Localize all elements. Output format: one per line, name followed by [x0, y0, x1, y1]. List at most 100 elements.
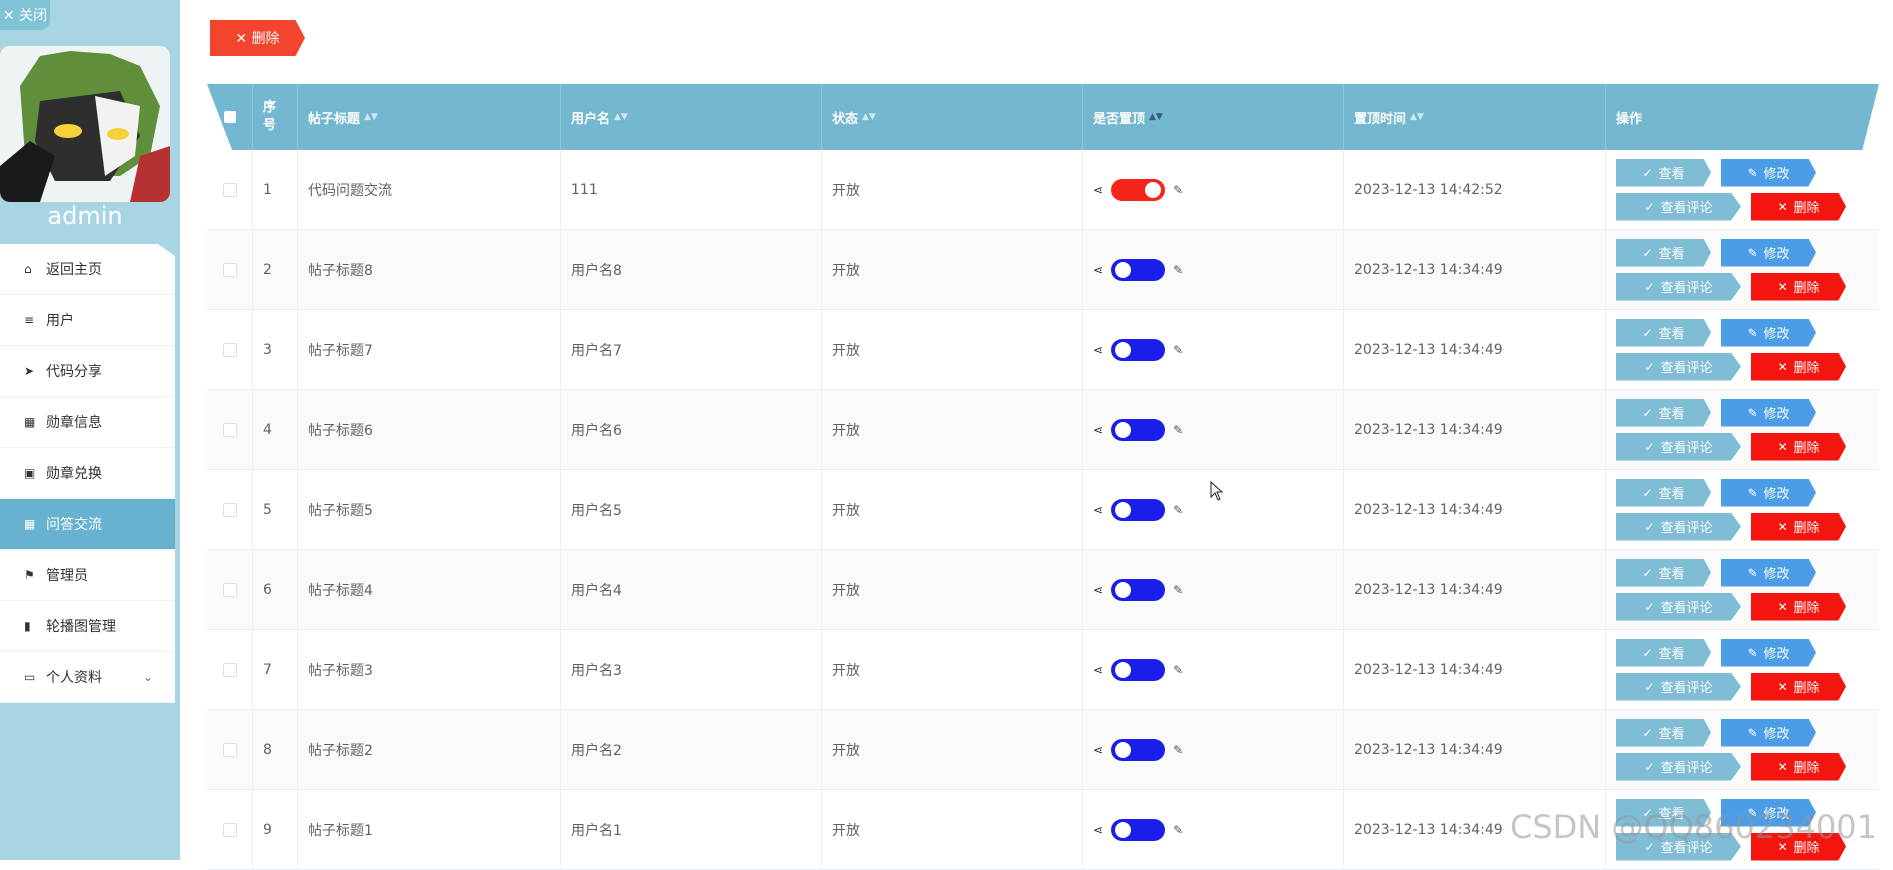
- edit-button[interactable]: ✎ 修改: [1721, 238, 1816, 267]
- post-status: 开放: [822, 550, 1083, 629]
- edit-icon: ✎: [1747, 165, 1758, 180]
- view-button[interactable]: ✓ 查看: [1616, 318, 1711, 347]
- header-pinned[interactable]: 是否置顶 ▲▼: [1083, 84, 1344, 150]
- view-comments-button[interactable]: ✓ 查看评论: [1616, 592, 1741, 621]
- view-button[interactable]: ✓ 查看: [1616, 558, 1711, 587]
- sort-icon[interactable]: ▲▼: [364, 112, 378, 122]
- pinned-toggle[interactable]: [1111, 818, 1166, 841]
- chevron-down-icon[interactable]: ⌄: [143, 670, 153, 684]
- header-title[interactable]: 帖子标题 ▲▼: [298, 84, 561, 150]
- sidebar-item-label: 勋章信息: [46, 415, 102, 431]
- edit-button[interactable]: ✎ 修改: [1721, 638, 1816, 667]
- row-checkbox[interactable]: [207, 150, 253, 229]
- pinned-time: 2023-12-13 14:34:49: [1344, 310, 1606, 389]
- view-comments-button[interactable]: ✓ 查看评论: [1616, 192, 1741, 221]
- view-button[interactable]: ✓ 查看: [1616, 478, 1711, 507]
- menu-icon: ▦: [24, 415, 36, 429]
- view-comments-button[interactable]: ✓ 查看评论: [1616, 432, 1741, 461]
- sidebar-item-0[interactable]: ⌂ 返回主页: [0, 244, 175, 295]
- post-title: 帖子标题1: [298, 790, 561, 869]
- edit-button[interactable]: ✎ 修改: [1721, 558, 1816, 587]
- delete-button[interactable]: ✕ 删除: [1751, 752, 1846, 781]
- pinned-toggle[interactable]: [1111, 178, 1166, 201]
- delete-button[interactable]: ✕ 删除: [1751, 432, 1846, 461]
- close-sidebar-button[interactable]: ✕ 关闭: [0, 0, 50, 30]
- pen-icon: ✎: [1173, 422, 1184, 437]
- delete-button[interactable]: ✕ 删除: [1751, 192, 1846, 221]
- edit-button[interactable]: ✎ 修改: [1721, 318, 1816, 347]
- sort-icon[interactable]: ▲▼: [862, 112, 876, 122]
- sidebar-item-8[interactable]: ▭ 个人资料 ⌄: [0, 652, 175, 703]
- pinned-toggle[interactable]: [1111, 658, 1166, 681]
- post-status: 开放: [822, 470, 1083, 549]
- sidebar-item-3[interactable]: ▦ 勋章信息: [0, 397, 175, 448]
- row-index: 5: [253, 470, 298, 549]
- sidebar-item-4[interactable]: ▣ 勋章兑换: [0, 448, 175, 499]
- sort-icon[interactable]: ▲▼: [1149, 112, 1163, 122]
- sidebar-item-5[interactable]: ▦ 问答交流: [0, 499, 175, 550]
- bulk-delete-button[interactable]: ✕ 删除: [210, 20, 305, 56]
- post-title: 帖子标题5: [298, 470, 561, 549]
- view-button[interactable]: ✓ 查看: [1616, 638, 1711, 667]
- pinned-toggle[interactable]: [1111, 738, 1166, 761]
- edit-button[interactable]: ✎ 修改: [1721, 478, 1816, 507]
- pinned-toggle[interactable]: [1111, 338, 1166, 361]
- pinned-toggle[interactable]: [1111, 258, 1166, 281]
- close-icon: ✕: [1777, 519, 1788, 534]
- close-icon: ✕: [1777, 679, 1788, 694]
- view-button[interactable]: ✓ 查看: [1616, 238, 1711, 267]
- check-icon: ✓: [1642, 725, 1653, 740]
- sidebar-item-6[interactable]: ⚑ 管理员: [0, 550, 175, 601]
- view-comments-button[interactable]: ✓ 查看评论: [1616, 352, 1741, 381]
- row-actions: ✓ 查看 ✎ 修改 ✓ 查看评论 ✕ 删除: [1606, 310, 1879, 389]
- row-checkbox[interactable]: [207, 310, 253, 389]
- view-button[interactable]: ✓ 查看: [1616, 718, 1711, 747]
- sidebar-item-7[interactable]: ▮ 轮播图管理: [0, 601, 175, 652]
- delete-button[interactable]: ✕ 删除: [1751, 592, 1846, 621]
- row-checkbox[interactable]: [207, 550, 253, 629]
- delete-button[interactable]: ✕ 删除: [1751, 672, 1846, 701]
- row-checkbox[interactable]: [207, 470, 253, 549]
- view-comments-button[interactable]: ✓ 查看评论: [1616, 672, 1741, 701]
- header-pinned-time[interactable]: 置顶时间 ▲▼: [1344, 84, 1606, 150]
- sort-icon[interactable]: ▲▼: [1410, 112, 1424, 122]
- pinned-toggle[interactable]: [1111, 418, 1166, 441]
- share-icon: ⋖: [1093, 502, 1104, 517]
- check-icon: ✓: [1642, 405, 1653, 420]
- check-icon: ✓: [1642, 165, 1653, 180]
- edit-button[interactable]: ✎ 修改: [1721, 718, 1816, 747]
- row-checkbox[interactable]: [207, 710, 253, 789]
- view-comments-button[interactable]: ✓ 查看评论: [1616, 272, 1741, 301]
- share-icon: ⋖: [1093, 582, 1104, 597]
- table-body: 1 代码问题交流 111 开放 ⋖ ✎ 2023-12-13 14:42:52 ✓ 查看 ✎ 修改 ✓…: [207, 150, 1879, 870]
- pinned-toggle[interactable]: [1111, 578, 1166, 601]
- table-row: 7 帖子标题3 用户名3 开放 ⋖ ✎ 2023-12-13 14:34:49 ✓ 查看 ✎ 修改 ✓…: [207, 630, 1879, 710]
- delete-button[interactable]: ✕ 删除: [1751, 352, 1846, 381]
- header-username[interactable]: 用户名 ▲▼: [561, 84, 822, 150]
- pen-icon: ✎: [1173, 502, 1184, 517]
- view-button[interactable]: ✓ 查看: [1616, 398, 1711, 427]
- row-checkbox[interactable]: [207, 390, 253, 469]
- sidebar-item-2[interactable]: ➤ 代码分享: [0, 346, 175, 397]
- edit-button[interactable]: ✎ 修改: [1721, 398, 1816, 427]
- header-status[interactable]: 状态 ▲▼: [822, 84, 1083, 150]
- pinned-toggle[interactable]: [1111, 498, 1166, 521]
- delete-button[interactable]: ✕ 删除: [1751, 512, 1846, 541]
- view-comments-button[interactable]: ✓ 查看评论: [1616, 752, 1741, 781]
- view-comments-button[interactable]: ✓ 查看评论: [1616, 512, 1741, 541]
- table-row: 1 代码问题交流 111 开放 ⋖ ✎ 2023-12-13 14:42:52 ✓ 查看 ✎ 修改 ✓…: [207, 150, 1879, 230]
- sidebar-item-1[interactable]: ≡ 用户: [0, 295, 175, 346]
- view-button[interactable]: ✓ 查看: [1616, 158, 1711, 187]
- post-title: 帖子标题2: [298, 710, 561, 789]
- check-icon: ✓: [1642, 325, 1653, 340]
- mouse-cursor-icon: [1210, 480, 1224, 506]
- delete-button[interactable]: ✕ 删除: [1751, 272, 1846, 301]
- edit-button[interactable]: ✎ 修改: [1721, 158, 1816, 187]
- select-all-checkbox[interactable]: [207, 84, 253, 150]
- row-checkbox[interactable]: [207, 230, 253, 309]
- sort-icon[interactable]: ▲▼: [614, 112, 628, 122]
- row-checkbox[interactable]: [207, 790, 253, 869]
- row-checkbox[interactable]: [207, 630, 253, 709]
- sidebar-item-label: 用户: [46, 313, 74, 329]
- post-status: 开放: [822, 790, 1083, 869]
